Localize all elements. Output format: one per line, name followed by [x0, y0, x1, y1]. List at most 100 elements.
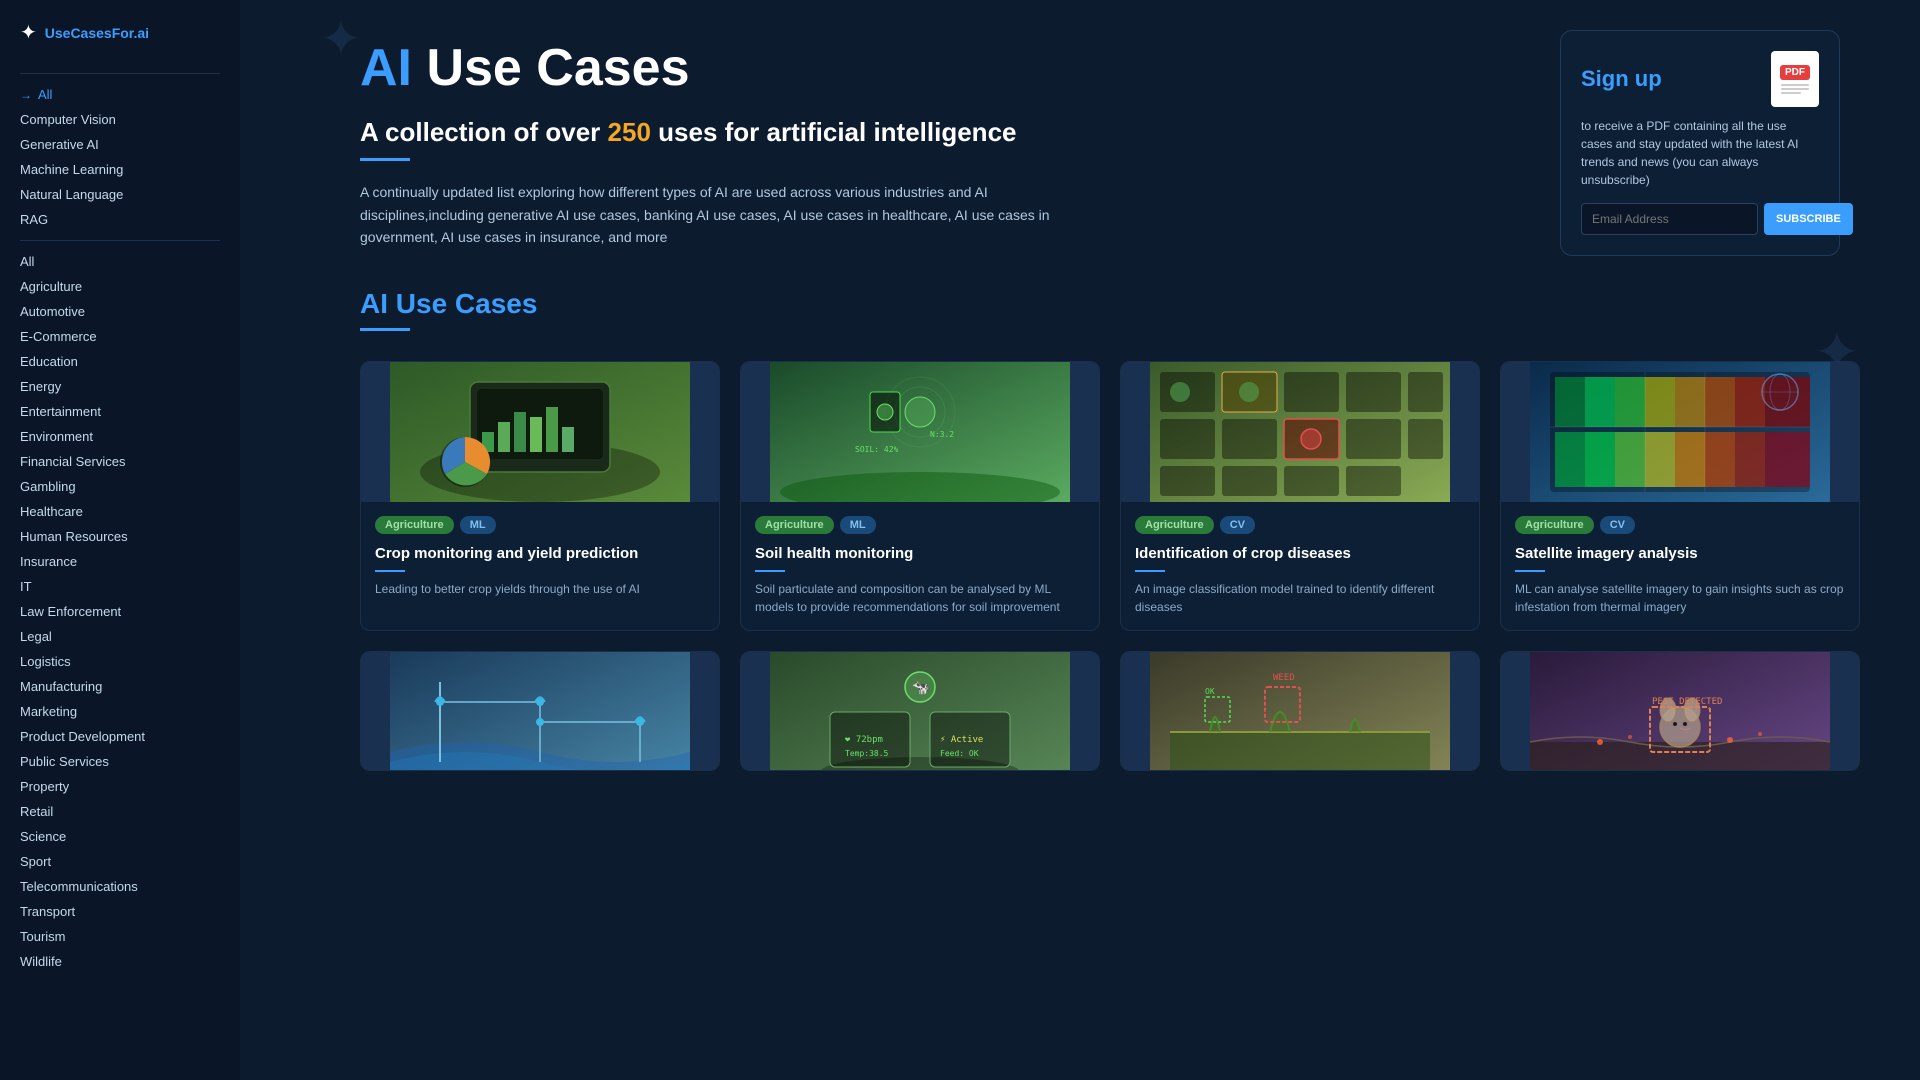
card-tag[interactable]: Agriculture	[1135, 516, 1214, 534]
sidebar-industry-science[interactable]: Science	[0, 824, 240, 849]
card-image: PEST DETECTED	[1501, 652, 1859, 771]
sidebar-ai-natural-language[interactable]: Natural Language	[0, 182, 240, 207]
email-input[interactable]	[1581, 203, 1758, 235]
sidebar-item-label: Generative AI	[20, 137, 99, 152]
card-tag[interactable]: CV	[1600, 516, 1635, 534]
sidebar-industry-tourism[interactable]: Tourism	[0, 924, 240, 949]
sidebar-industry-e-commerce[interactable]: E-Commerce	[0, 324, 240, 349]
use-case-card[interactable]: AgricultureCVIdentification of crop dise…	[1120, 361, 1480, 631]
card-title-underline	[1135, 570, 1165, 572]
card-tag[interactable]: ML	[840, 516, 876, 534]
sidebar-item-label: Tourism	[20, 929, 66, 944]
sidebar-item-label: Gambling	[20, 479, 76, 494]
sidebar-item-label: Public Services	[20, 754, 109, 769]
sidebar-industry-automotive[interactable]: Automotive	[0, 299, 240, 324]
sidebar-industry-logistics[interactable]: Logistics	[0, 649, 240, 674]
hero-count: 250	[608, 117, 651, 147]
sidebar-industry-retail[interactable]: Retail	[0, 799, 240, 824]
brand-name[interactable]: UseCasesFor.ai	[45, 25, 149, 41]
sidebar-industry-property[interactable]: Property	[0, 774, 240, 799]
sidebar-industry-public-services[interactable]: Public Services	[0, 749, 240, 774]
sidebar-industry-all[interactable]: All	[0, 249, 240, 274]
card-body: AgricultureCVSatellite imagery analysisM…	[1501, 502, 1859, 630]
sidebar-ai-rag[interactable]: RAG	[0, 207, 240, 232]
sidebar-item-label: Financial Services	[20, 454, 126, 469]
svg-text:❤ 72bpm: ❤ 72bpm	[845, 735, 883, 745]
card-title-underline	[755, 570, 785, 572]
use-case-card[interactable]: PEST DETECTED AgricultureCVPest identifi…	[1500, 651, 1860, 771]
signup-title: Sign up	[1581, 66, 1662, 92]
svg-text:WEED: WEED	[1273, 673, 1295, 683]
signup-description: to receive a PDF containing all the use …	[1581, 117, 1819, 189]
card-description: ML can analyse satellite imagery to gain…	[1515, 580, 1845, 616]
industries-list: All Agriculture Automotive E-CommerceEducat…	[0, 249, 240, 974]
sidebar-item-label: Natural Language	[20, 187, 123, 202]
card-tag[interactable]: Agriculture	[755, 516, 834, 534]
sidebar-item-label: Agriculture	[20, 279, 82, 294]
sidebar-industry-transport[interactable]: Transport	[0, 899, 240, 924]
sidebar-ai-all[interactable]: →All	[0, 82, 240, 107]
sidebar-ai-machine-learning[interactable]: Machine Learning	[0, 157, 240, 182]
section-underline	[360, 328, 410, 331]
sidebar-item-label: RAG	[20, 212, 48, 227]
card-image	[1121, 362, 1479, 502]
card-image: SOIL: 42% N:3.2	[741, 362, 1099, 502]
use-case-card[interactable]: AgricultureMLCrop monitoring and yield p…	[360, 361, 720, 631]
svg-text:SOIL: 42%: SOIL: 42%	[855, 445, 899, 454]
ai-types-list: →AllComputer Vision Generative AI Machine …	[0, 82, 240, 232]
sidebar-divider-mid	[20, 240, 220, 241]
sidebar-item-label: Wildlife	[20, 954, 62, 969]
sidebar-industry-marketing[interactable]: Marketing	[0, 699, 240, 724]
card-tag[interactable]: Agriculture	[1515, 516, 1594, 534]
signup-card: Sign up PDF to receive a PDF containing …	[1560, 30, 1840, 256]
sidebar-industry-agriculture[interactable]: Agriculture	[0, 274, 240, 299]
sidebar-industry-manufacturing[interactable]: Manufacturing	[0, 674, 240, 699]
use-case-card[interactable]: ❤ 72bpm Temp:38.5 ⚡ Active Feed: OK 🐄 Ag…	[740, 651, 1100, 771]
use-case-card[interactable]: SOIL: 42% N:3.2 AgricultureMLSoil health…	[740, 361, 1100, 631]
sidebar-industry-insurance[interactable]: Insurance	[0, 549, 240, 574]
use-case-card[interactable]: WEED OK AgricultureCVWeed detection and …	[1120, 651, 1480, 771]
card-tags: Agriculture ML	[755, 516, 1085, 534]
card-body: AgricultureMLCrop monitoring and yield p…	[361, 502, 719, 612]
sidebar-industry-telecommunications[interactable]: Telecommunications	[0, 874, 240, 899]
card-tag[interactable]: ML	[460, 516, 496, 534]
use-case-card[interactable]: AgricultureCVSatellite imagery analysisM…	[1500, 361, 1860, 631]
sidebar-industry-education[interactable]: Education	[0, 349, 240, 374]
sidebar-industry-product-development[interactable]: Product Development	[0, 724, 240, 749]
sidebar-item-label: Manufacturing	[20, 679, 102, 694]
svg-text:⚡ Active: ⚡ Active	[940, 735, 983, 745]
card-tag[interactable]: CV	[1220, 516, 1255, 534]
sidebar-item-label: Machine Learning	[20, 162, 123, 177]
use-case-card[interactable]: AgricultureMLPrecision irrigation manage…	[360, 651, 720, 771]
sidebar-industry-healthcare[interactable]: Healthcare	[0, 499, 240, 524]
sidebar-item-label: Product Development	[20, 729, 145, 744]
logo-star-icon: ✦	[20, 20, 37, 45]
sidebar-ai-generative-ai[interactable]: Generative AI	[0, 132, 240, 157]
sidebar-industry-law-enforcement[interactable]: Law Enforcement	[0, 599, 240, 624]
sidebar-item-label: Transport	[20, 904, 75, 919]
sidebar-industry-it[interactable]: IT	[0, 574, 240, 599]
sidebar-industry-entertainment[interactable]: Entertainment	[0, 399, 240, 424]
sidebar-logo: ✦ UseCasesFor.ai	[0, 20, 240, 65]
sidebar-ai-computer-vision[interactable]: Computer Vision	[0, 107, 240, 132]
deco-star-topleft: ✦	[320, 10, 362, 68]
sidebar-industry-sport[interactable]: Sport	[0, 849, 240, 874]
sidebar-industry-legal[interactable]: Legal	[0, 624, 240, 649]
sidebar-item-label: Entertainment	[20, 404, 101, 419]
hero-subtitle-end: uses for artificial intelligence	[651, 117, 1017, 147]
subscribe-button[interactable]: SUBSCRIBE	[1764, 203, 1853, 235]
sidebar-industry-financial-services[interactable]: Financial Services	[0, 449, 240, 474]
card-description: An image classification model trained to…	[1135, 580, 1465, 616]
sidebar-industry-human-resources[interactable]: Human Resources	[0, 524, 240, 549]
sidebar-divider-top	[20, 73, 220, 74]
card-tag[interactable]: Agriculture	[375, 516, 454, 534]
sidebar-industry-energy[interactable]: Energy	[0, 374, 240, 399]
sidebar-item-label: Property	[20, 779, 69, 794]
sidebar-item-label: Human Resources	[20, 529, 128, 544]
sidebar-item-label: Automotive	[20, 304, 85, 319]
sidebar-industry-wildlife[interactable]: Wildlife	[0, 949, 240, 974]
sidebar-industry-gambling[interactable]: Gambling	[0, 474, 240, 499]
sidebar-item-label: Environment	[20, 429, 93, 444]
sidebar-industry-environment[interactable]: Environment	[0, 424, 240, 449]
pdf-icon: PDF	[1771, 51, 1819, 107]
